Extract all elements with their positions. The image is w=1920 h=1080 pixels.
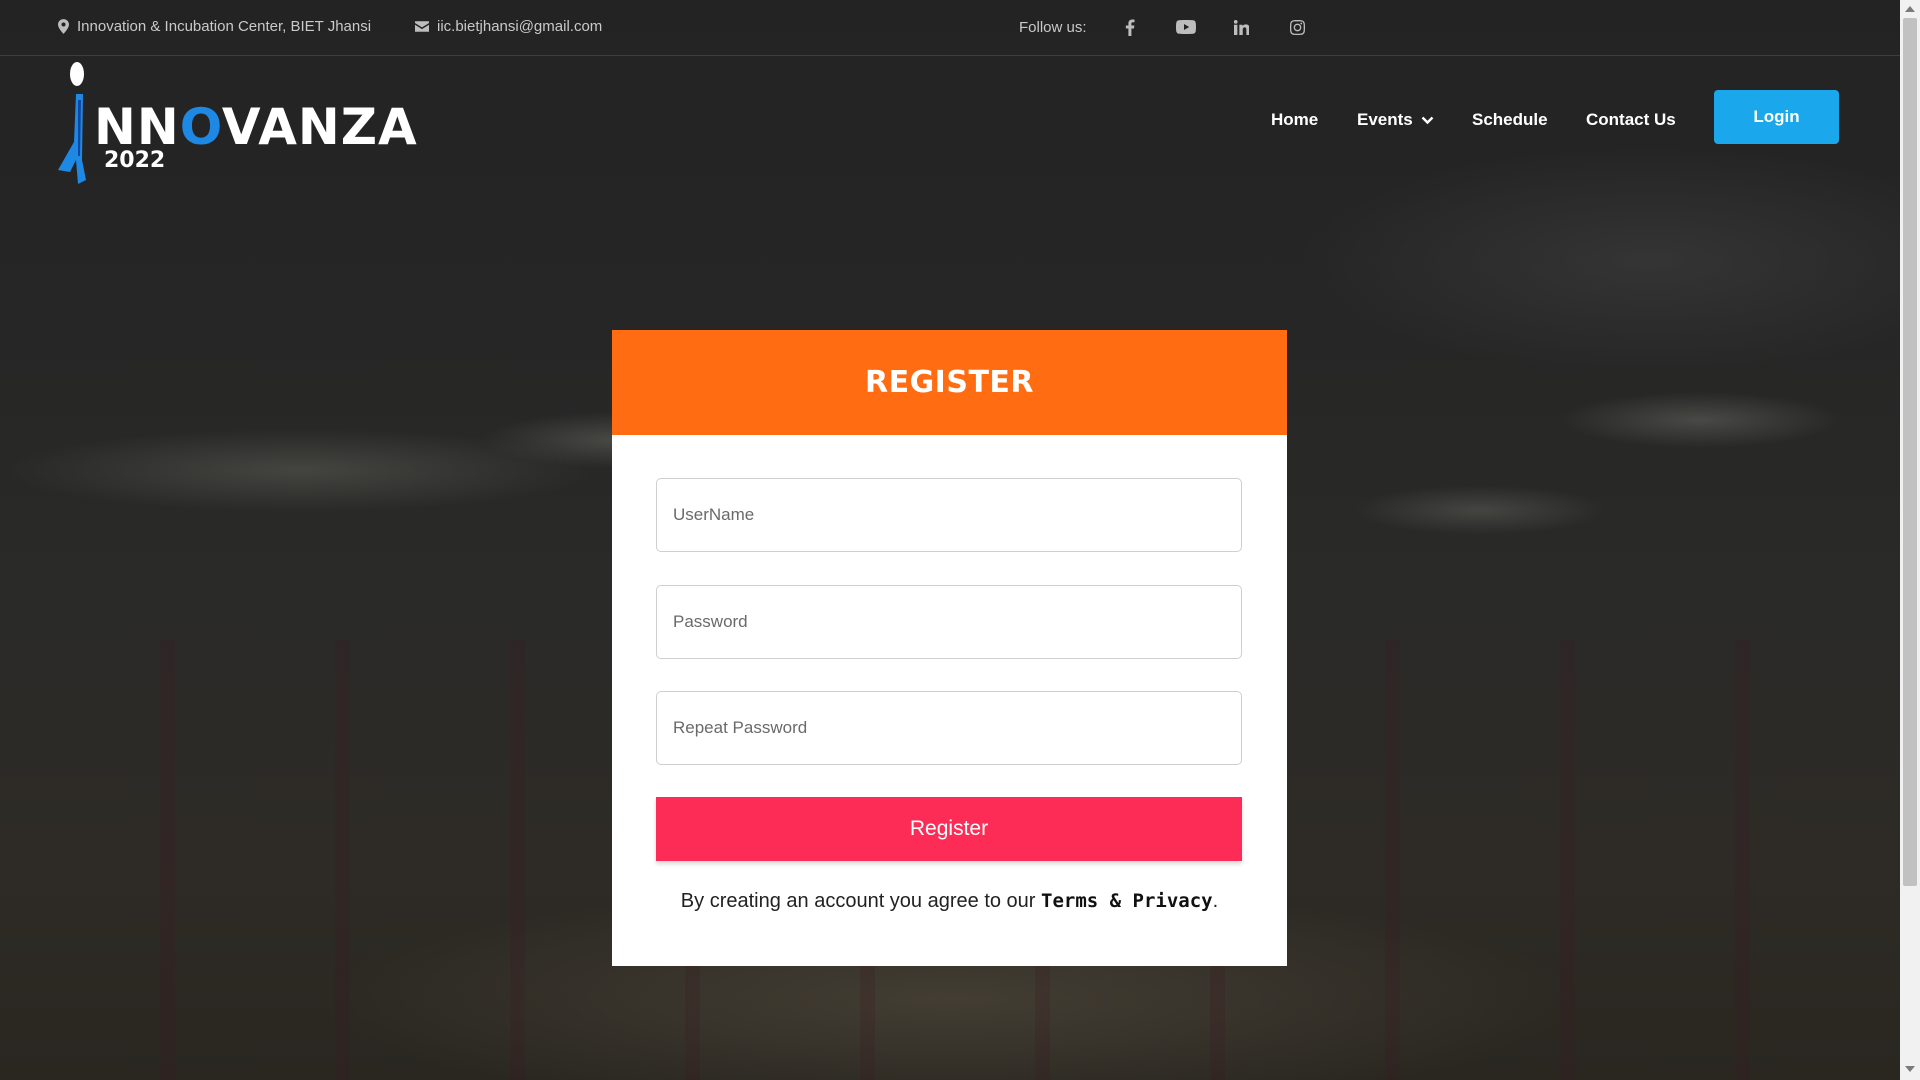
terms-privacy-link[interactable]: Terms & Privacy xyxy=(1041,890,1213,912)
scroll-down-icon[interactable] xyxy=(1905,1066,1915,1072)
email-item[interactable]: iic.bietjhansi@gmail.com xyxy=(415,18,602,35)
nav-schedule[interactable]: Schedule xyxy=(1472,110,1548,130)
logo-text-anza: ANZA xyxy=(258,98,418,156)
nav-events[interactable]: Events xyxy=(1357,110,1434,130)
repeat-password-input[interactable] xyxy=(656,691,1242,765)
username-input[interactable] xyxy=(656,478,1242,552)
register-title: REGISTER xyxy=(612,330,1287,435)
page-scrollbar[interactable] xyxy=(1900,0,1920,1080)
instagram-icon[interactable] xyxy=(1285,14,1311,40)
social-links: Follow us: xyxy=(1019,14,1341,40)
logo-text-v: V xyxy=(221,98,259,156)
terms-suffix: . xyxy=(1212,890,1219,912)
terms-prefix: By creating an account you agree to our xyxy=(680,890,1042,912)
scrollbar-thumb[interactable] xyxy=(1903,18,1917,886)
follow-label: Follow us: xyxy=(1019,18,1087,36)
logo-text-o: O xyxy=(179,98,222,156)
linkedin-icon[interactable] xyxy=(1229,14,1255,40)
main-nav: Home xyxy=(1271,110,1318,130)
scroll-up-icon[interactable] xyxy=(1905,6,1915,12)
map-pin-icon xyxy=(58,19,69,34)
nav-events-wrap: Events xyxy=(1357,110,1434,130)
envelope-icon xyxy=(415,21,429,32)
register-card: REGISTER Register By creating an account… xyxy=(612,330,1287,966)
top-bar: Innovation & Incubation Center, BIET Jha… xyxy=(0,0,1900,56)
nav-schedule-wrap: Schedule xyxy=(1472,110,1548,130)
facebook-icon[interactable] xyxy=(1117,14,1143,40)
chevron-down-icon xyxy=(1421,116,1434,124)
password-input[interactable] xyxy=(656,585,1242,659)
address-item: Innovation & Incubation Center, BIET Jha… xyxy=(58,18,371,35)
innovanza-logo[interactable]: NNOVANZA 2022 xyxy=(56,60,446,185)
terms-text: By creating an account you agree to our … xyxy=(612,890,1287,913)
nav-contact-us[interactable]: Contact Us xyxy=(1586,110,1676,130)
logo-year: 2022 xyxy=(104,148,166,173)
nav-events-label: Events xyxy=(1357,110,1413,129)
login-button[interactable]: Login xyxy=(1714,90,1839,144)
address-text: Innovation & Incubation Center, BIET Jha… xyxy=(77,18,372,35)
nav-contact-wrap: Contact Us xyxy=(1586,110,1676,130)
youtube-icon[interactable] xyxy=(1173,14,1199,40)
nav-home[interactable]: Home xyxy=(1271,110,1318,130)
email-text[interactable]: iic.bietjhansi@gmail.com xyxy=(437,18,602,35)
register-button[interactable]: Register xyxy=(656,797,1242,861)
